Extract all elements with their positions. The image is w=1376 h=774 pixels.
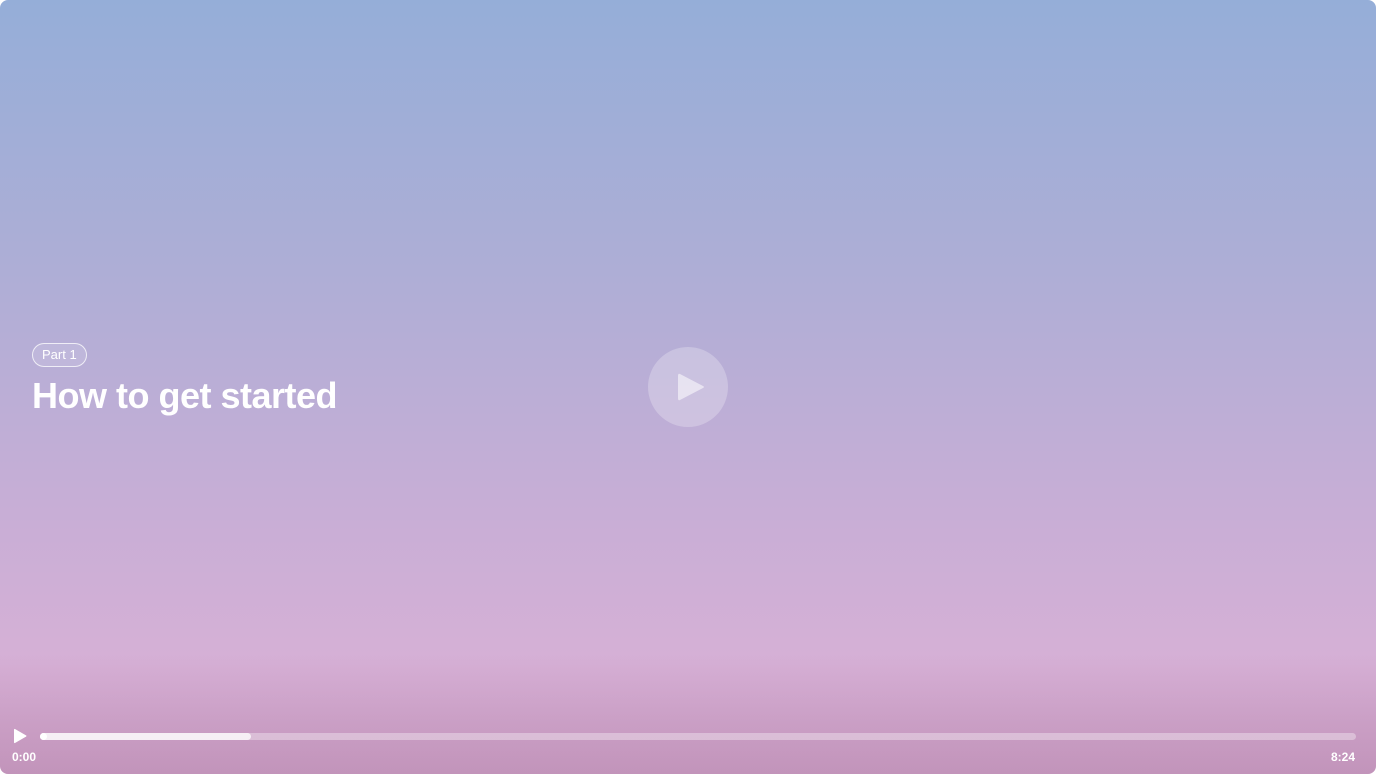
part-badge: Part 1 xyxy=(32,343,87,367)
player-controls: 0:00 8:24 xyxy=(0,714,1376,774)
progress-bar[interactable] xyxy=(40,733,1356,740)
title-block: Part 1 How to get started xyxy=(32,343,338,416)
video-title: How to get started xyxy=(32,375,338,416)
progress-handle[interactable] xyxy=(40,733,47,740)
current-time: 0:00 xyxy=(12,750,37,764)
play-icon xyxy=(678,373,704,401)
buffered-range xyxy=(40,733,251,740)
duration: 8:24 xyxy=(1330,750,1355,764)
play-button[interactable] xyxy=(13,728,27,744)
video-player[interactable]: Part 1 How to get started 0:00 8:24 xyxy=(0,0,1376,774)
center-play-button[interactable] xyxy=(648,347,728,427)
play-icon xyxy=(14,728,27,744)
